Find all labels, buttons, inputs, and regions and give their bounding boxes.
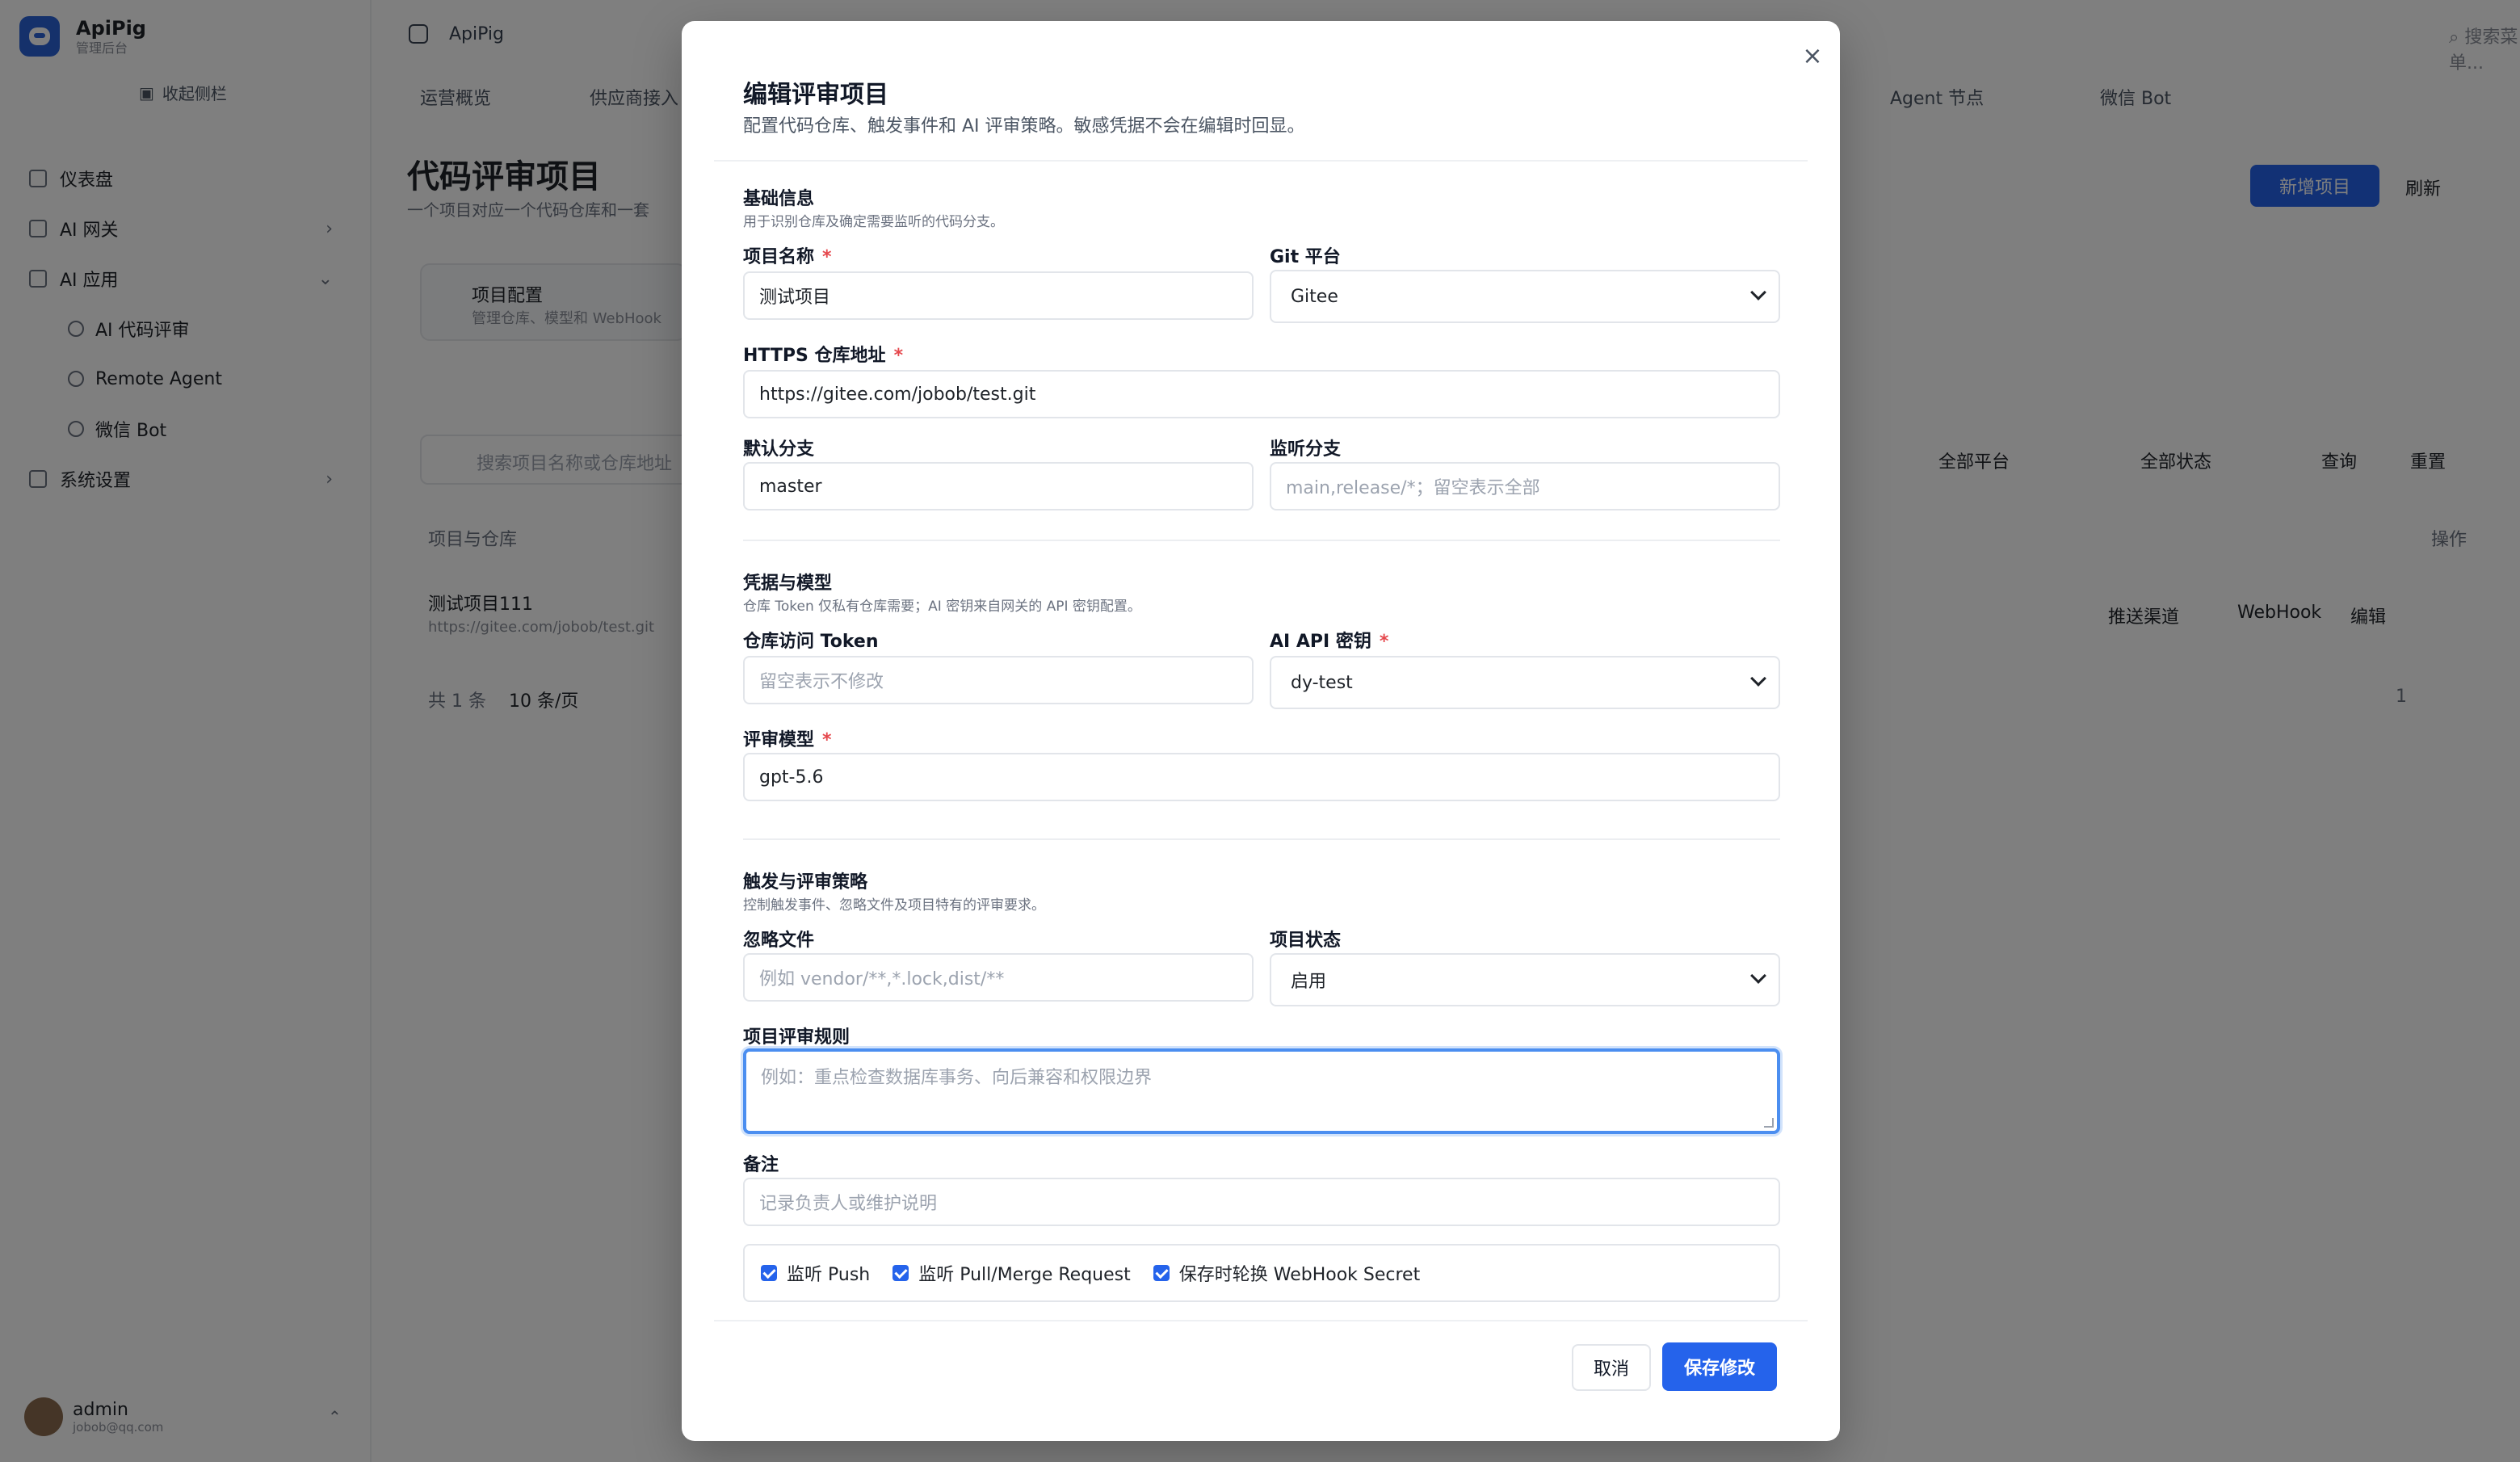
remark-input[interactable]: 记录负责人或维护说明 xyxy=(743,1178,1780,1226)
edit-project-dialog: × 编辑评审项目 配置代码仓库、触发事件和 AI 评审策略。敏感凭据不会在编辑时… xyxy=(682,21,1840,1441)
required-mark: * xyxy=(893,346,904,366)
rotate-secret-checkbox[interactable]: 保存时轮换 WebHook Secret xyxy=(1153,1260,1420,1286)
default-branch-label: 默认分支 xyxy=(743,439,815,460)
dialog-title: 编辑评审项目 xyxy=(743,81,888,109)
watch-branch-input[interactable]: main,release/*；留空表示全部 xyxy=(1270,462,1780,510)
resize-handle-icon[interactable] xyxy=(1764,1118,1774,1128)
repo-token-label: 仓库访问 Token xyxy=(743,632,879,652)
model-input[interactable]: gpt-5.6 xyxy=(743,753,1780,801)
project-name-label: 项目名称 * xyxy=(743,247,832,267)
default-branch-input[interactable]: master xyxy=(743,462,1254,510)
section-divider xyxy=(743,540,1780,541)
section-title-credentials: 凭据与模型 xyxy=(743,573,833,594)
ignore-files-input[interactable]: 例如 vendor/**,*.lock,dist/** xyxy=(743,953,1254,1002)
review-rules-label: 项目评审规则 xyxy=(743,1027,850,1048)
remark-label: 备注 xyxy=(743,1155,779,1175)
section-title-basic: 基础信息 xyxy=(743,189,815,209)
chevron-down-icon xyxy=(1750,284,1766,300)
cancel-button[interactable]: 取消 xyxy=(1572,1344,1651,1391)
header-divider xyxy=(714,160,1808,162)
watch-branch-label: 监听分支 xyxy=(1270,439,1342,460)
git-platform-select[interactable]: Gitee xyxy=(1270,270,1780,323)
section-subtitle-basic: 用于识别仓库及确定需要监听的代码分支。 xyxy=(743,214,1004,230)
required-mark: * xyxy=(1379,632,1389,652)
required-mark: * xyxy=(822,730,832,750)
ignore-files-label: 忽略文件 xyxy=(743,931,815,951)
repo-url-input[interactable]: https://gitee.com/jobob/test.git xyxy=(743,370,1780,418)
section-subtitle-trigger: 控制触发事件、忽略文件及项目特有的评审要求。 xyxy=(743,897,1045,914)
ai-key-select[interactable]: dy-test xyxy=(1270,656,1780,709)
dialog-description: 配置代码仓库、触发事件和 AI 评审策略。敏感凭据不会在编辑时回显。 xyxy=(743,116,1305,137)
chevron-down-icon xyxy=(1750,968,1766,984)
watch-pr-checkbox[interactable]: 监听 Pull/Merge Request xyxy=(892,1260,1131,1286)
required-mark: * xyxy=(822,247,832,267)
checkbox-checked-icon[interactable] xyxy=(892,1265,909,1281)
project-name-input[interactable]: 测试项目 xyxy=(743,271,1254,320)
review-rules-textarea[interactable]: 例如：重点检查数据库事务、向后兼容和权限边界 xyxy=(743,1048,1780,1134)
chevron-down-icon xyxy=(1750,670,1766,687)
section-title-trigger: 触发与评审策略 xyxy=(743,872,868,893)
repo-token-input[interactable]: 留空表示不修改 xyxy=(743,656,1254,704)
checkbox-checked-icon[interactable] xyxy=(761,1265,777,1281)
repo-url-label: HTTPS 仓库地址 * xyxy=(743,346,904,366)
save-button[interactable]: 保存修改 xyxy=(1662,1342,1777,1391)
section-subtitle-credentials: 仓库 Token 仅私有仓库需要；AI 密钥来自网关的 API 密钥配置。 xyxy=(743,599,1141,615)
footer-divider xyxy=(714,1320,1808,1321)
watch-push-checkbox[interactable]: 监听 Push xyxy=(761,1260,870,1286)
checkbox-checked-icon[interactable] xyxy=(1153,1265,1170,1281)
close-icon[interactable]: × xyxy=(1796,40,1829,73)
git-platform-label: Git 平台 xyxy=(1270,247,1341,267)
section-divider xyxy=(743,838,1780,840)
project-status-select[interactable]: 启用 xyxy=(1270,953,1780,1006)
event-options: 监听 Push 监听 Pull/Merge Request 保存时轮换 WebH… xyxy=(743,1244,1780,1302)
ai-key-label: AI API 密钥 * xyxy=(1270,632,1389,652)
model-label: 评审模型 * xyxy=(743,730,832,750)
project-status-label: 项目状态 xyxy=(1270,931,1342,951)
